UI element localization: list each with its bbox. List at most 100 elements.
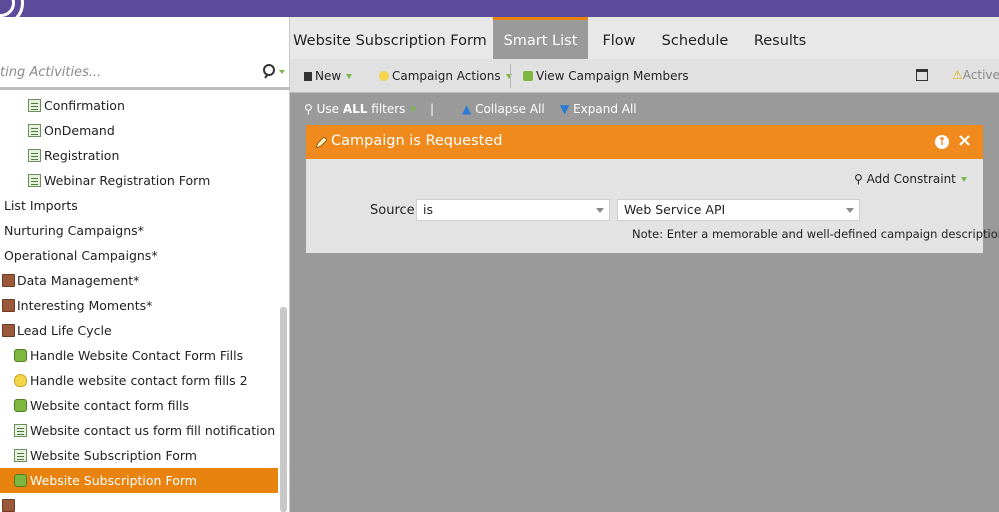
folder-icon bbox=[2, 299, 15, 312]
campaign-actions-label: Campaign Actions bbox=[392, 69, 501, 83]
toolbar: New Campaign Actions View Campaign Membe… bbox=[290, 59, 999, 93]
tree-item-label: Website Subscription Form bbox=[30, 448, 197, 463]
tree-item-label: Webinar Registration Form bbox=[44, 173, 211, 188]
tab-results[interactable]: Results bbox=[742, 17, 818, 59]
collapse-all-button[interactable]: ▲ Collapse All bbox=[462, 102, 545, 116]
new-menu-button[interactable]: New bbox=[304, 68, 353, 84]
tree-item-website-subscription-form-selected[interactable]: Website Subscription Form bbox=[0, 468, 278, 493]
trigger-card: Campaign is Requested ↑ × ⚲ Add Constrai… bbox=[306, 125, 999, 253]
search-filter-icon[interactable] bbox=[262, 63, 286, 81]
form-icon bbox=[28, 99, 41, 112]
tab-flow[interactable]: Flow bbox=[588, 17, 650, 59]
tree-item-operational-campaigns[interactable]: Operational Campaigns* bbox=[0, 243, 278, 268]
trigger-card-header[interactable]: Campaign is Requested ↑ × bbox=[306, 125, 983, 159]
calendar-icon[interactable] bbox=[916, 69, 928, 81]
tree-item-label: Website contact form fills bbox=[30, 398, 190, 413]
use-all-filters-button[interactable]: ⚲ Use ALL filters bbox=[304, 102, 417, 116]
form-icon bbox=[28, 149, 41, 162]
expand-label: Expand All bbox=[573, 102, 637, 116]
source-label: Source: bbox=[370, 203, 420, 218]
tree-item-label: Nurturing Campaigns* bbox=[4, 223, 144, 238]
campaign-icon bbox=[14, 399, 27, 412]
use-bold: ALL bbox=[342, 102, 368, 116]
tree-item-label: Website Subscription Form bbox=[30, 473, 197, 488]
tab-schedule[interactable]: Schedule bbox=[652, 17, 738, 59]
tree-item-confirmation[interactable]: Confirmation bbox=[0, 93, 278, 118]
campaign-icon bbox=[14, 474, 27, 487]
tree-item-ondemand[interactable]: OnDemand bbox=[0, 118, 278, 143]
folder-icon bbox=[2, 499, 15, 512]
bulb-icon bbox=[14, 374, 27, 387]
use-suffix: filters bbox=[367, 102, 406, 116]
tab-smart-list[interactable]: Smart List bbox=[493, 17, 588, 59]
source-value-select[interactable]: Web Service API bbox=[617, 199, 860, 221]
tab-program-name[interactable]: Website Subscription Form bbox=[290, 17, 490, 59]
filter-bar: ⚲ Use ALL filters | ▲ Collapse All ▼ Exp… bbox=[290, 94, 999, 124]
dropdown-arrow-icon bbox=[960, 177, 967, 182]
search-placeholder[interactable]: ting Activities... bbox=[0, 65, 101, 80]
campaign-actions-button[interactable]: Campaign Actions bbox=[379, 68, 512, 84]
trigger-title: Campaign is Requested bbox=[331, 133, 503, 149]
tree-item-label: List Imports bbox=[4, 198, 78, 213]
form-icon bbox=[28, 124, 41, 137]
source-value: Web Service API bbox=[624, 202, 726, 217]
tree-item-label: Handle website contact form fills 2 bbox=[30, 373, 248, 388]
toolbar-divider bbox=[510, 64, 511, 88]
tree-item-data-management[interactable]: Data Management* bbox=[0, 268, 278, 293]
tree-item-nurturing-campaigns[interactable]: Nurturing Campaigns* bbox=[0, 218, 278, 243]
main-panel: Website Subscription Form Smart List Flo… bbox=[290, 17, 999, 512]
view-members-label: View Campaign Members bbox=[536, 69, 689, 83]
tree-item-label: Confirmation bbox=[44, 98, 125, 113]
pencil-icon bbox=[316, 137, 327, 148]
expand-all-button[interactable]: ▼ Expand All bbox=[560, 102, 637, 116]
operator-select[interactable]: is bbox=[416, 199, 610, 221]
tree-item-partial[interactable] bbox=[0, 493, 278, 512]
email-icon bbox=[14, 424, 27, 437]
folder-icon bbox=[2, 324, 15, 337]
new-label: New bbox=[315, 69, 342, 83]
chevron-down-icon bbox=[846, 208, 854, 213]
bulb-icon bbox=[379, 71, 389, 81]
add-constraint-button[interactable]: ⚲ Add Constraint bbox=[854, 172, 967, 186]
tree-item-lead-life-cycle[interactable]: Lead Life Cycle bbox=[0, 318, 278, 343]
tab-bar: Website Subscription Form Smart List Flo… bbox=[290, 17, 999, 59]
trigger-note: Note: Enter a memorable and well-defined… bbox=[632, 227, 999, 241]
use-prefix: Use bbox=[316, 102, 343, 116]
members-icon bbox=[523, 71, 533, 81]
tree-item-handle-website-contact-form-fills[interactable]: Handle Website Contact Form Fills bbox=[0, 343, 278, 368]
tree-item-label: Registration bbox=[44, 148, 120, 163]
tree-item-registration[interactable]: Registration bbox=[0, 143, 278, 168]
logo-mark bbox=[0, 0, 15, 17]
add-constraint-label: Add Constraint bbox=[866, 172, 956, 186]
tree-item-website-contact-form-fills[interactable]: Website contact form fills bbox=[0, 393, 278, 418]
tree-item-webinar-registration-form[interactable]: Webinar Registration Form bbox=[0, 168, 278, 193]
tree-item-label: Interesting Moments* bbox=[17, 298, 153, 313]
tree-item-label: Operational Campaigns* bbox=[4, 248, 158, 263]
tree-item-website-subscription-form-email[interactable]: Website Subscription Form bbox=[0, 443, 278, 468]
tree-item-list-imports[interactable]: List Imports bbox=[0, 193, 278, 218]
active-label: Active bbox=[962, 68, 999, 82]
tree-item-website-contact-us-notification[interactable]: Website contact us form fill notificatio… bbox=[0, 418, 278, 443]
collapse-label: Collapse All bbox=[475, 102, 545, 116]
tree-item-label: Website contact us form fill notificatio… bbox=[30, 423, 276, 438]
tree-item-handle-website-contact-form-fills-2[interactable]: Handle website contact form fills 2 bbox=[0, 368, 278, 393]
activities-search[interactable]: ting Activities... bbox=[0, 57, 290, 90]
tree-item-interesting-moments[interactable]: Interesting Moments* bbox=[0, 293, 278, 318]
view-campaign-members-button[interactable]: View Campaign Members bbox=[523, 68, 689, 84]
dropdown-arrow-icon bbox=[410, 107, 417, 112]
tree-item-label: Data Management* bbox=[17, 273, 140, 288]
close-icon[interactable]: × bbox=[957, 131, 972, 151]
top-bar bbox=[0, 0, 999, 17]
filter-icon: ⚲ bbox=[304, 102, 313, 116]
email-icon bbox=[14, 449, 27, 462]
move-up-icon[interactable]: ↑ bbox=[935, 135, 949, 149]
dropdown-arrow-icon bbox=[346, 74, 353, 79]
active-status[interactable]: ⚠Active bbox=[952, 68, 999, 82]
form-icon bbox=[28, 174, 41, 187]
activities-panel: ting Activities... Confirmation OnDemand… bbox=[0, 17, 290, 512]
collapse-icon: ▲ bbox=[462, 102, 472, 116]
tree-scrollbar[interactable] bbox=[280, 307, 287, 512]
tree-item-label: OnDemand bbox=[44, 123, 115, 138]
constraint-icon: ⚲ bbox=[854, 172, 863, 186]
operator-value: is bbox=[423, 202, 433, 217]
